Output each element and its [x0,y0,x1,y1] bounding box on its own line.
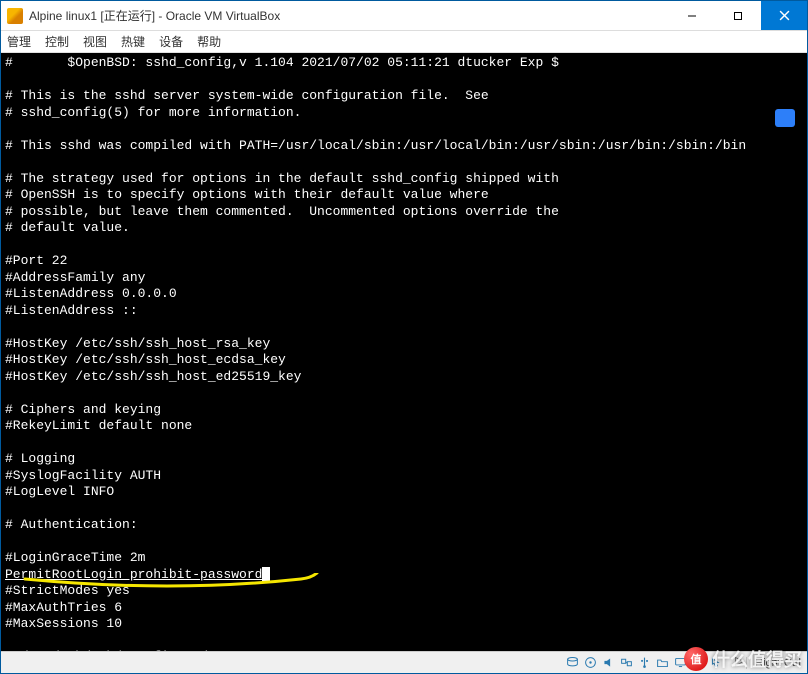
shared-folder-icon [655,656,669,670]
terminal-line: #HostKey /etc/ssh/ssh_host_rsa_key [5,336,803,353]
terminal-line: # The strategy used for options in the d… [5,171,803,188]
notification-bubble-icon[interactable] [775,109,795,127]
terminal-line: I /etc/ssh/sshd_config 32/117 27% [5,649,803,651]
audio-icon [601,656,615,670]
menu-help[interactable]: 帮助 [197,33,221,50]
hard-disk-icon [565,656,579,670]
terminal-line [5,121,803,138]
terminal-line: # Authentication: [5,517,803,534]
menu-manage[interactable]: 管理 [7,33,31,50]
terminal-line: # possible, but leave them commented. Un… [5,204,803,221]
vm-terminal[interactable]: # $OpenBSD: sshd_config,v 1.104 2021/07/… [1,53,807,651]
terminal-line [5,319,803,336]
terminal-line: #HostKey /etc/ssh/ssh_host_ed25519_key [5,369,803,386]
terminal-line: #Port 22 [5,253,803,270]
terminal-line: # $OpenBSD: sshd_config,v 1.104 2021/07/… [5,55,803,72]
terminal-line [5,154,803,171]
window-title: Alpine linux1 [正在运行] - Oracle VM Virtual… [29,7,280,24]
terminal-cursor [262,567,270,584]
terminal-line: #HostKey /etc/ssh/ssh_host_ecdsa_key [5,352,803,369]
terminal-line: # This sshd was compiled with PATH=/usr/… [5,138,803,155]
terminal-line [5,435,803,452]
terminal-line: # OpenSSH is to specify options with the… [5,187,803,204]
terminal-line-highlight: PermitRootLogin prohibit-password [5,567,803,584]
app-icon [7,8,23,24]
mouse-integration-icon [709,656,723,670]
maximize-button[interactable] [715,1,761,30]
status-icons-group [565,656,723,670]
terminal-line: #ListenAddress 0.0.0.0 [5,286,803,303]
optical-disk-icon [583,656,597,670]
terminal-line: #AddressFamily any [5,270,803,287]
host-key-label: Right Ctrl [746,657,801,669]
terminal-line [5,534,803,551]
menu-control[interactable]: 控制 [45,33,69,50]
menu-view[interactable]: 视图 [83,33,107,50]
usb-icon [637,656,651,670]
terminal-line: #ListenAddress :: [5,303,803,320]
terminal-line: #SyslogFacility AUTH [5,468,803,485]
terminal-line: #StrictModes yes [5,583,803,600]
menu-hotkeys[interactable]: 热键 [121,33,145,50]
menu-bar: 管理 控制 视图 热键 设备 帮助 [1,31,807,53]
terminal-line: #LoginGraceTime 2m [5,550,803,567]
terminal-line: # Logging [5,451,803,468]
terminal-line: #RekeyLimit default none [5,418,803,435]
terminal-line [5,633,803,650]
terminal-line: #MaxAuthTries 6 [5,600,803,617]
recording-icon [691,656,705,670]
terminal-line: #MaxSessions 10 [5,616,803,633]
terminal-line: # default value. [5,220,803,237]
terminal-line: #LogLevel INFO [5,484,803,501]
host-key-icon [733,655,746,671]
display-icon [673,656,687,670]
terminal-line [5,237,803,254]
close-button[interactable] [761,1,807,30]
terminal-line [5,72,803,89]
terminal-line [5,385,803,402]
window-titlebar: Alpine linux1 [正在运行] - Oracle VM Virtual… [1,1,807,31]
terminal-line: # This is the sshd server system-wide co… [5,88,803,105]
terminal-line: # Ciphers and keying [5,402,803,419]
menu-devices[interactable]: 设备 [159,33,183,50]
minimize-button[interactable] [669,1,715,30]
vm-statusbar: Right Ctrl [1,651,807,673]
terminal-line [5,501,803,518]
terminal-line: # sshd_config(5) for more information. [5,105,803,122]
network-icon [619,656,633,670]
